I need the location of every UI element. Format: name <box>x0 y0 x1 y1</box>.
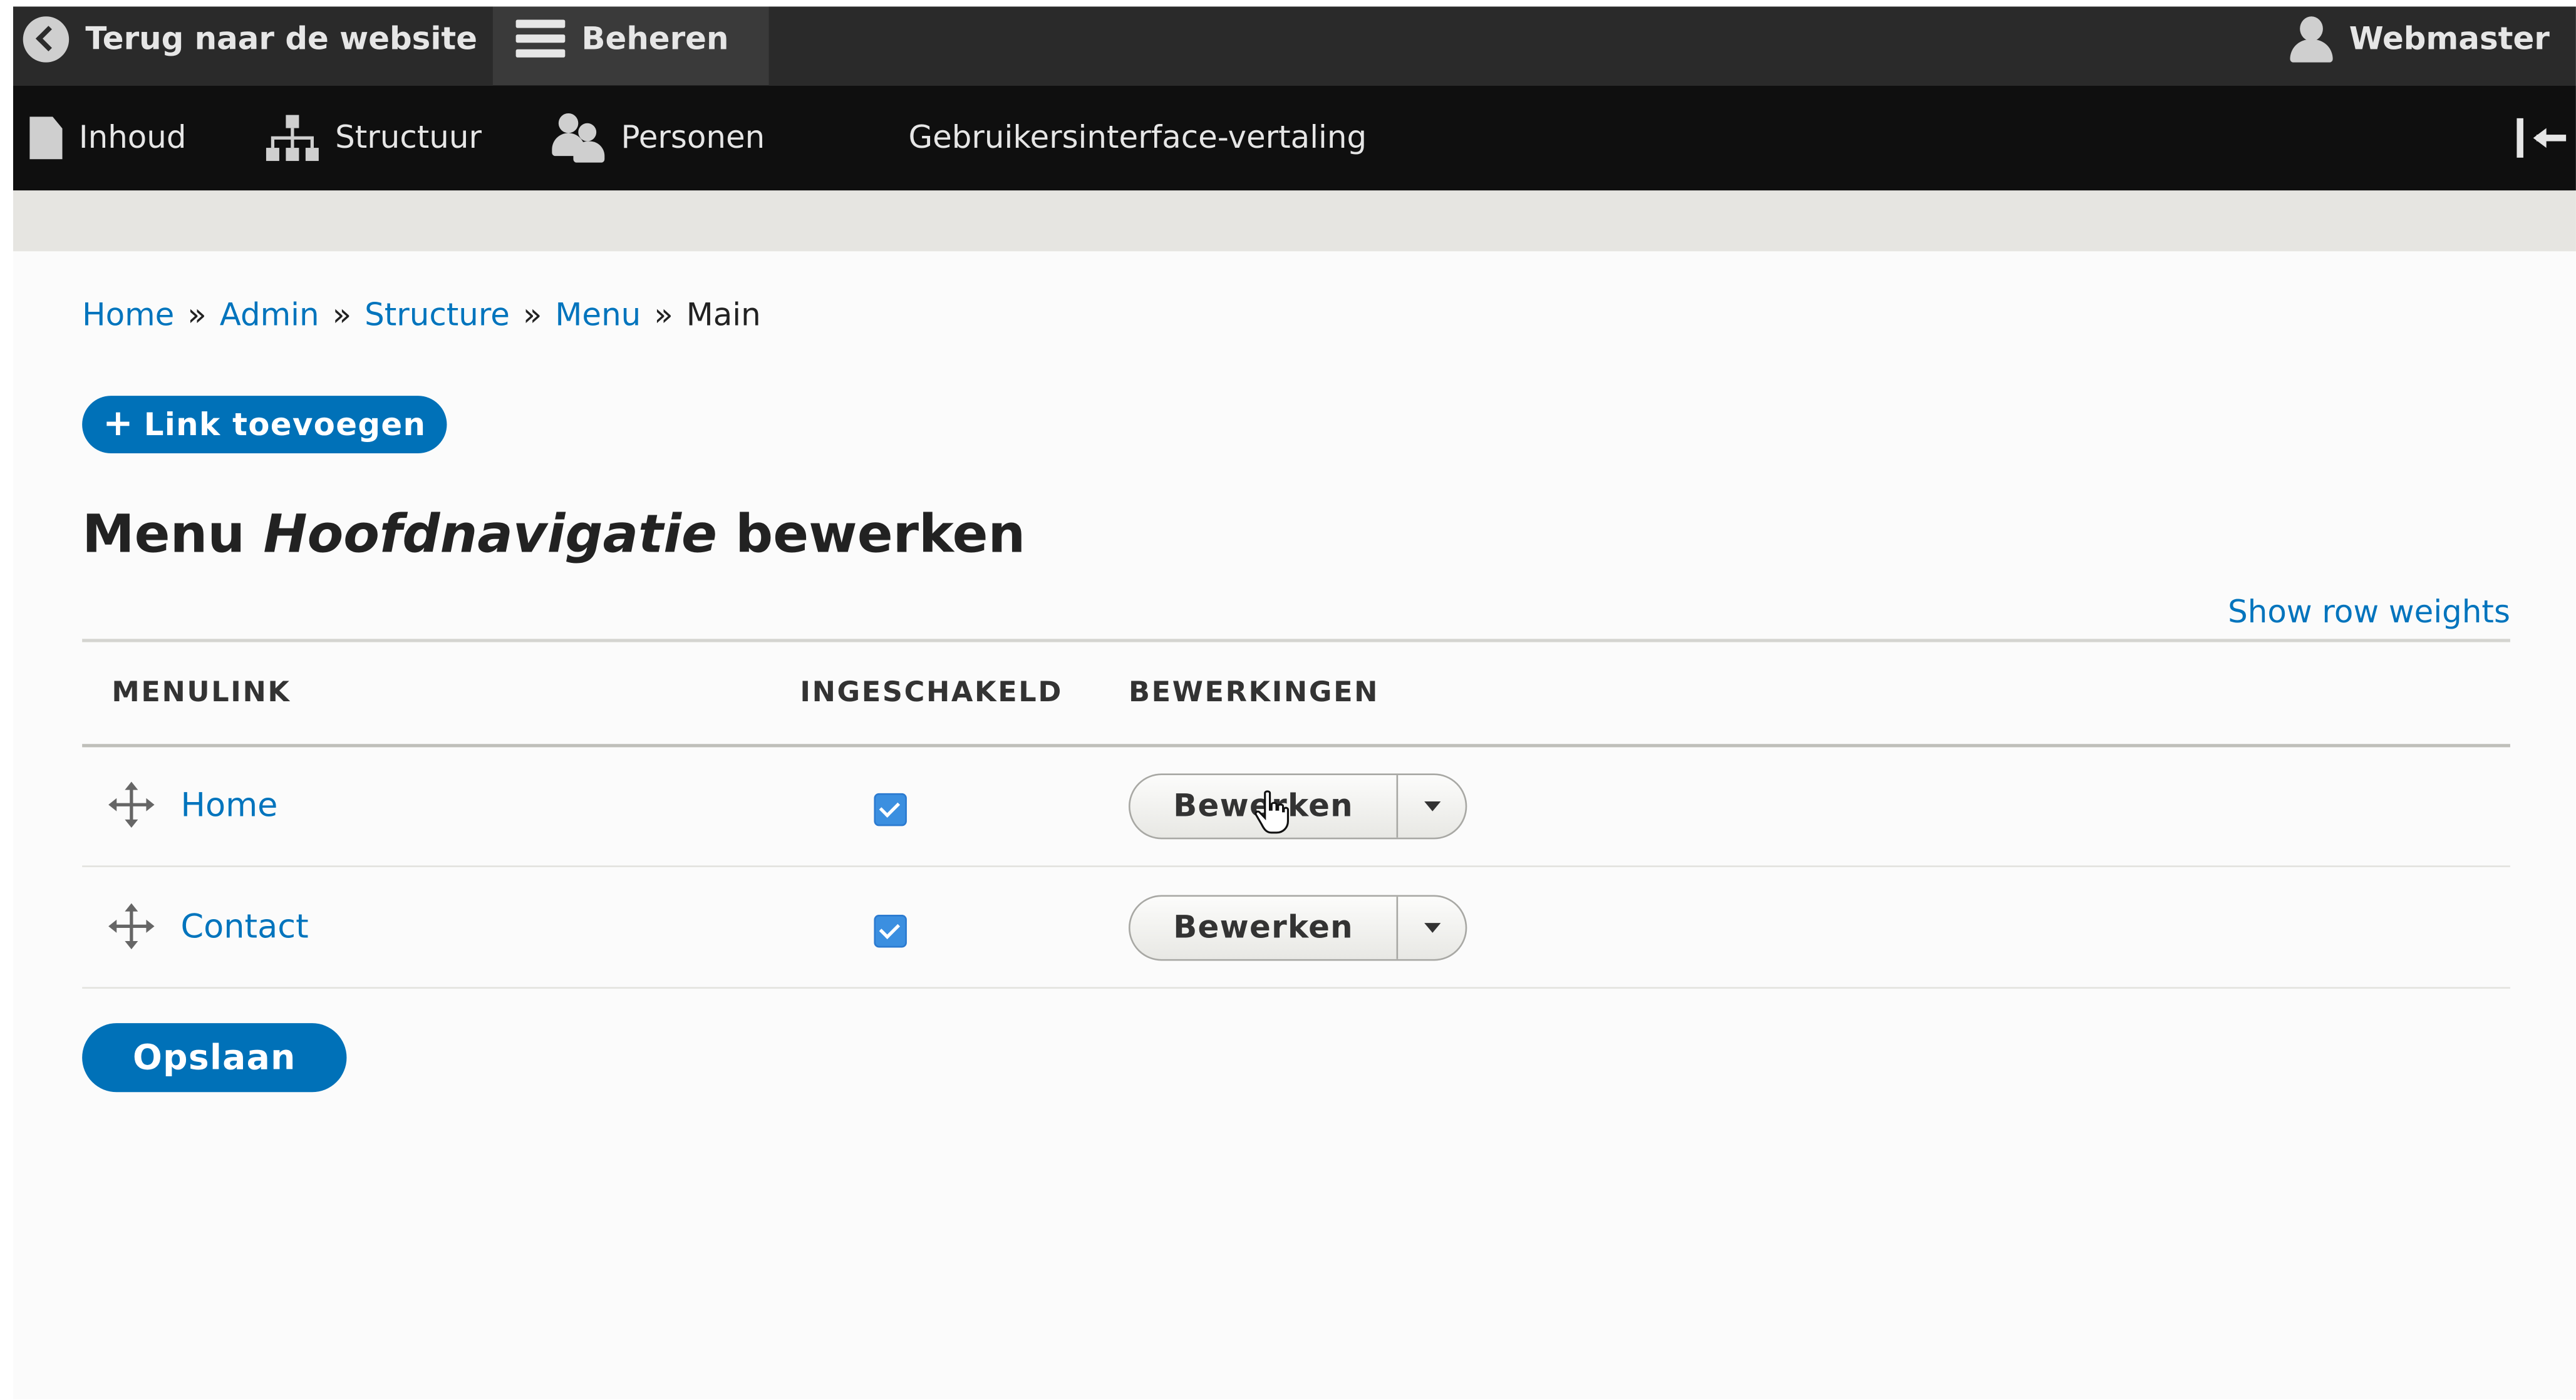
breadcrumb-admin[interactable]: Admin <box>220 297 319 334</box>
hamburger-icon <box>515 19 566 59</box>
tray-item-structure-label: Structuur <box>335 120 482 157</box>
tray-item-people-label: Personen <box>621 120 765 157</box>
column-header-menulink: MENULINK <box>111 676 291 710</box>
menu-link-home[interactable]: Home <box>181 785 278 825</box>
table-top-divider <box>82 639 2510 642</box>
page-title-prefix: Menu <box>82 502 246 565</box>
tray-item-content-label: Inhoud <box>78 120 187 157</box>
breadcrumb-structure[interactable]: Structure <box>365 297 510 334</box>
enabled-checkbox-contact[interactable] <box>874 915 907 948</box>
breadcrumb: Home » Admin » Structure » Menu » Main <box>82 297 761 334</box>
drag-handle-icon[interactable] <box>108 781 155 828</box>
caret-down-icon <box>1423 923 1441 933</box>
edit-button-contact[interactable]: Bewerken <box>1130 897 1399 959</box>
row-divider <box>82 987 2510 989</box>
page-title-menu-name: Hoofdnavigatie <box>263 502 717 565</box>
document-icon <box>29 116 63 160</box>
sitemap-icon <box>266 115 319 162</box>
operations-dropbutton-contact: Bewerken <box>1129 895 1467 961</box>
back-arrow-circle-icon <box>23 16 70 63</box>
manage-label: Beheren <box>581 21 729 58</box>
breadcrumb-menu[interactable]: Menu <box>555 297 641 334</box>
frame-edge-left <box>0 0 13 1399</box>
breadcrumb-home[interactable]: Home <box>82 297 174 334</box>
back-to-site-label: Terug naar de website <box>85 21 478 58</box>
collapse-arrow-icon[interactable] <box>2517 118 2569 158</box>
breadcrumb-separator: » <box>654 297 673 334</box>
drag-handle-icon[interactable] <box>108 903 155 950</box>
page-title: Menu Hoofdnavigatie bewerken <box>82 503 1025 565</box>
people-icon <box>552 113 605 163</box>
user-icon <box>2290 16 2333 63</box>
tray-item-people[interactable]: Personen <box>552 111 765 164</box>
page-title-suffix: bewerken <box>735 502 1026 565</box>
caret-down-icon <box>1423 801 1441 811</box>
table-header-divider <box>82 744 2510 748</box>
show-row-weights-link[interactable]: Show row weights <box>2228 595 2510 631</box>
column-header-operations: BEWERKINGEN <box>1129 676 1380 710</box>
tray-item-structure[interactable]: Structuur <box>266 111 482 164</box>
operations-toggle-home[interactable] <box>1398 775 1466 838</box>
back-to-site-link[interactable]: Terug naar de website <box>23 13 477 66</box>
row-divider <box>82 865 2510 867</box>
save-button[interactable]: Opslaan <box>82 1023 347 1093</box>
breadcrumb-current: Main <box>686 297 761 334</box>
breadcrumb-separator: » <box>522 297 542 334</box>
plus-icon: + <box>103 404 134 445</box>
user-menu-button[interactable]: Webmaster <box>2290 13 2550 66</box>
hand-pointer-icon <box>1254 790 1290 834</box>
tray-item-content[interactable]: Inhoud <box>29 111 187 164</box>
page: Terug naar de website Beheren Webmaster … <box>0 0 2576 1399</box>
add-link-button[interactable]: + Link toevoegen <box>82 396 447 453</box>
breadcrumb-separator: » <box>332 297 352 334</box>
secondary-bar <box>13 190 2576 252</box>
frame-edge-top <box>0 0 2576 7</box>
operations-toggle-contact[interactable] <box>1398 897 1466 959</box>
tray-item-translation-label: Gebruikersinterface-vertaling <box>908 120 1367 157</box>
operations-dropbutton-home: Bewerken <box>1129 773 1467 840</box>
enabled-checkbox-home[interactable] <box>874 793 907 826</box>
user-label: Webmaster <box>2349 21 2550 58</box>
manage-button[interactable]: Beheren <box>515 13 729 66</box>
add-link-label: Link toevoegen <box>143 406 427 443</box>
column-header-enabled: INGESCHAKELD <box>800 676 1063 710</box>
tray-item-translation[interactable]: Gebruikersinterface-vertaling <box>909 111 1367 164</box>
menu-link-contact[interactable]: Contact <box>181 907 309 946</box>
breadcrumb-separator: » <box>187 297 207 334</box>
